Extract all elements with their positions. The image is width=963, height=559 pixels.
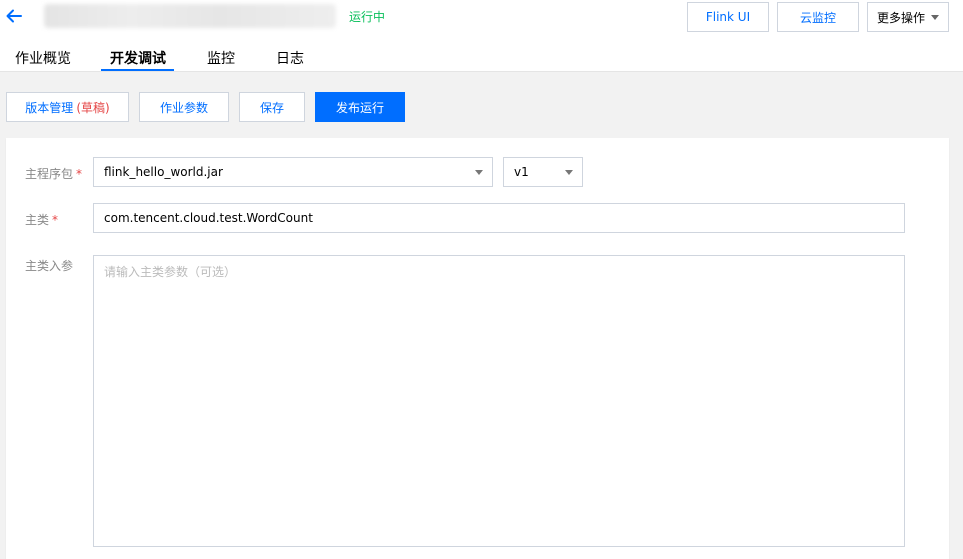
page-header: 运行中 Flink UI 云监控 更多操作 作业概览 开发调试 监控 日志 [0, 0, 963, 72]
main-class-label-text: 主类 [25, 213, 50, 227]
version-select[interactable]: v1 [503, 157, 583, 187]
more-actions-label: 更多操作 [876, 10, 925, 25]
cloud-monitor-button[interactable]: 云监控 [777, 2, 859, 32]
tab-job-overview[interactable]: 作业概览 [15, 40, 71, 72]
job-name-redacted [44, 4, 336, 28]
main-args-label: 主类入参 [25, 259, 74, 273]
main-class-input[interactable] [93, 203, 905, 233]
version-value: v1 [514, 165, 529, 179]
version-management-button[interactable]: 版本管理 (草稿) [6, 92, 129, 122]
required-mark: * [52, 213, 59, 227]
main-package-label-text: 主程序包 [25, 167, 74, 181]
flink-ui-button[interactable]: Flink UI [687, 2, 769, 32]
main-args-textarea[interactable] [93, 255, 905, 547]
publish-run-button[interactable]: 发布运行 [315, 92, 405, 122]
main-package-select[interactable]: flink_hello_world.jar [93, 157, 493, 187]
tab-logs[interactable]: 日志 [276, 40, 304, 72]
required-mark: * [76, 167, 83, 181]
more-actions-button[interactable]: 更多操作 [867, 2, 949, 32]
tab-monitor[interactable]: 监控 [207, 40, 235, 72]
chevron-down-icon [475, 170, 483, 175]
job-params-button[interactable]: 作业参数 [139, 92, 229, 122]
status-badge: 运行中 [349, 10, 386, 24]
main-class-label: 主类 * [25, 211, 58, 228]
save-button[interactable]: 保存 [239, 92, 305, 122]
main-package-label: 主程序包 * [25, 165, 82, 182]
tab-dev-debug[interactable]: 开发调试 [101, 40, 174, 72]
main-package-value: flink_hello_world.jar [104, 165, 223, 179]
chevron-down-icon [565, 170, 573, 175]
version-management-label: 版本管理 [25, 100, 74, 115]
draft-label: (草稿) [76, 100, 110, 115]
back-arrow-icon[interactable] [5, 7, 23, 25]
chevron-down-icon [931, 14, 939, 20]
